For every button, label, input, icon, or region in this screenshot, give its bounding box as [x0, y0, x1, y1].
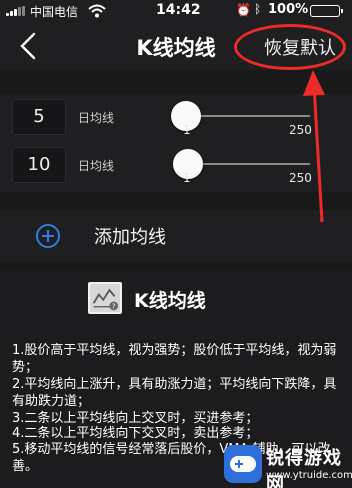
help-line-2: 2.平均线向上涨升，具有助涨力道；平均线向下跌降，具有助跌力道；	[12, 377, 337, 409]
slider-max-label: 250	[289, 123, 312, 137]
signal-icon	[6, 6, 28, 16]
ma-line-row-2: 10 日均线 1 250	[0, 142, 352, 192]
section-divider	[0, 70, 352, 94]
highlight-ellipse	[234, 24, 346, 70]
section-divider	[0, 192, 352, 210]
slider-max-label: 250	[289, 171, 312, 185]
ma-period-input[interactable]: 5	[12, 99, 66, 135]
help-title: K线均线	[134, 290, 206, 312]
ma-line-label: 日均线	[78, 159, 115, 173]
svg-text:?: ?	[112, 303, 116, 311]
chart-document-icon: ?	[88, 282, 122, 314]
ma-line-row-1: 5 日均线 1 250	[0, 94, 352, 144]
plus-circle-icon	[36, 224, 60, 248]
ma-period-input[interactable]: 10	[12, 147, 66, 183]
ma-slider-track[interactable]	[186, 115, 310, 117]
alarm-icon: ⏰	[236, 3, 251, 17]
bluetooth-icon: ᛒ	[254, 2, 262, 16]
ma-line-label: 日均线	[78, 111, 115, 125]
battery-percent: 100%	[268, 2, 309, 17]
battery-icon	[310, 5, 343, 17]
help-line-1: 1.股价高于平均线，视为强势；股价低于平均线，视为弱势；	[12, 343, 337, 375]
wifi-icon	[88, 4, 106, 18]
section-divider	[0, 262, 352, 270]
watermark-name: 锐得游戏网	[266, 448, 342, 488]
ma-slider-track[interactable]	[186, 163, 310, 165]
slider-min-label: 1	[183, 123, 191, 137]
watermark: 锐得游戏网 www.ytruide.com	[222, 440, 352, 488]
watermark-url: www.ytruide.com	[266, 470, 352, 481]
gamepad-logo-icon	[224, 445, 262, 483]
status-bar: 中国电信 14:42 ⏰ ᛒ 100%	[0, 0, 352, 22]
screen: 中国电信 14:42 ⏰ ᛒ 100% K线均线 恢复默认 5 日均线 1 25…	[0, 0, 352, 488]
slider-min-label: 1	[183, 171, 191, 185]
add-ma-line-label: 添加均线	[94, 227, 166, 248]
carrier-name: 中国电信	[30, 5, 79, 19]
clock-time: 14:42	[156, 2, 201, 18]
add-ma-line-button[interactable]: 添加均线	[0, 210, 352, 262]
